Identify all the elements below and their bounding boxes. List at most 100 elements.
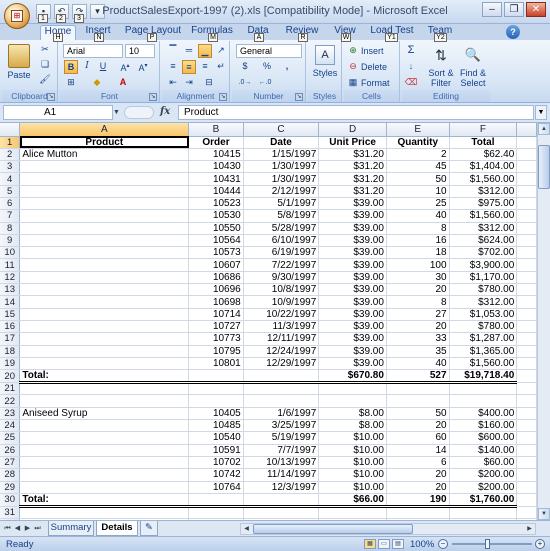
cell-e18[interactable]: 35 [386,345,450,358]
row-header[interactable]: 4 [0,172,21,186]
align-top-icon[interactable]: ▔ [166,44,180,58]
cell-e2[interactable]: 2 [386,148,450,162]
cell-b7[interactable]: 10530 [188,209,244,223]
name-box-dropdown-icon[interactable]: ▼ [113,105,123,120]
cell-f9[interactable]: $624.00 [449,234,518,248]
cell-d10[interactable]: $39.00 [318,246,387,260]
increase-decimal-icon[interactable]: .0→ [238,76,252,90]
cell-a12[interactable] [19,271,190,285]
sort-filter-icon[interactable]: ⇅ [430,44,452,66]
cell-b12[interactable]: 10686 [188,271,244,285]
font-name-combo[interactable]: Arial [63,44,123,58]
office-button[interactable]: ⊞ [4,3,30,29]
format-cells-icon[interactable]: ▦ [346,76,360,90]
cell-d11[interactable]: $39.00 [318,258,387,272]
cell-d5[interactable]: $31.20 [318,185,387,198]
cell-c30[interactable] [243,493,320,508]
font-color-icon[interactable]: A [116,76,130,90]
column-header[interactable]: F [449,123,518,137]
cell-c13[interactable]: 10/8/1997 [243,283,320,297]
find-select-label[interactable]: Find & [456,68,490,78]
cell-c19[interactable]: 12/29/1997 [243,357,320,371]
copy-icon[interactable]: ❏ [38,58,52,72]
cell-b2[interactable]: 10415 [188,148,244,162]
cell-g23[interactable] [516,407,537,421]
scroll-right-icon[interactable]: ▶ [524,524,535,534]
cell-f10[interactable]: $702.00 [449,246,518,260]
decrease-decimal-icon[interactable]: ←.0 [258,76,272,90]
cell-c6[interactable]: 5/1/1997 [243,197,320,211]
cell-c5[interactable]: 2/12/1997 [243,185,320,198]
cell-f6[interactable]: $975.00 [449,197,518,211]
cell-d12[interactable]: $39.00 [318,271,387,285]
cell-g27[interactable] [516,456,537,470]
zoom-in-button[interactable]: + [535,539,545,549]
cell-a18[interactable] [19,345,190,358]
cell-g4[interactable] [516,172,537,186]
align-middle-icon[interactable]: ═ [182,44,196,58]
cell-c1[interactable]: Date [243,136,320,149]
borders-icon[interactable]: ⊞ [64,76,78,90]
cell-a13[interactable] [19,283,190,297]
cell-g17[interactable] [516,332,537,346]
cell-f31[interactable] [449,506,518,520]
styles-button-label[interactable]: Styles [308,68,342,78]
cell-g2[interactable] [516,148,537,162]
cell-d8[interactable]: $39.00 [318,222,387,235]
cell-a9[interactable] [19,234,190,248]
cell-e6[interactable]: 25 [386,197,450,211]
paste-button-label[interactable]: Paste [4,70,34,80]
cell-g13[interactable] [516,283,537,297]
cell-c7[interactable]: 5/8/1997 [243,209,320,223]
cell-e28[interactable]: 20 [386,468,450,482]
cell-d1[interactable]: Unit Price [318,136,387,149]
cell-f13[interactable]: $780.00 [449,283,518,297]
cell-g12[interactable] [516,271,537,285]
cell-f21[interactable] [449,382,518,396]
delete-cells-icon[interactable]: ⊖ [346,60,360,74]
close-button[interactable]: ✕ [526,2,546,17]
delete-cells-button[interactable]: Delete [360,61,388,73]
cell-a7[interactable] [19,209,190,223]
cell-c25[interactable]: 5/19/1997 [243,431,320,445]
cell-a6[interactable] [19,197,190,211]
vertical-scroll-thumb[interactable] [538,145,550,189]
horizontal-scroll-thumb[interactable] [253,524,413,534]
cell-c20[interactable] [243,369,320,385]
cell-e7[interactable]: 40 [386,209,450,223]
formula-bar-divider[interactable] [124,106,154,119]
cell-g9[interactable] [516,234,537,248]
insert-cells-button[interactable]: Insert [360,45,385,57]
cell-f23[interactable]: $400.00 [449,407,518,421]
select-all-corner[interactable] [0,123,21,137]
cell-b24[interactable]: 10485 [188,419,244,433]
row-header[interactable]: 16 [0,320,21,334]
last-sheet-icon[interactable]: ⏭ [33,524,42,534]
normal-view-icon[interactable]: ▦ [364,539,376,549]
cell-e24[interactable]: 20 [386,419,450,433]
row-header[interactable]: 5 [0,185,21,198]
font-launcher-icon[interactable]: ↘ [149,93,157,101]
cell-g7[interactable] [516,209,537,223]
cell-g3[interactable] [516,160,537,174]
cell-f5[interactable]: $312.00 [449,185,518,198]
restore-button[interactable]: ❐ [504,2,524,17]
cell-c28[interactable]: 11/14/1997 [243,468,320,482]
cell-c22[interactable] [243,394,320,408]
cell-e29[interactable]: 20 [386,481,450,494]
cell-a26[interactable] [19,444,190,457]
find-select-label-2[interactable]: Select [456,78,490,88]
cell-b14[interactable]: 10698 [188,295,244,309]
cell-b19[interactable]: 10801 [188,357,244,371]
row-header[interactable]: 28 [0,468,21,482]
row-header[interactable]: 8 [0,222,21,235]
cell-d4[interactable]: $31.20 [318,172,387,186]
increase-indent-icon[interactable]: ⇥ [182,76,196,90]
cell-f15[interactable]: $1,053.00 [449,308,518,321]
cell-a8[interactable] [19,222,190,235]
cell-c24[interactable]: 3/25/1997 [243,419,320,433]
cell-f3[interactable]: $1,404.00 [449,160,518,174]
styles-icon[interactable]: A [315,45,335,65]
row-header[interactable]: 24 [0,419,21,433]
italic-button[interactable]: I [80,60,94,74]
